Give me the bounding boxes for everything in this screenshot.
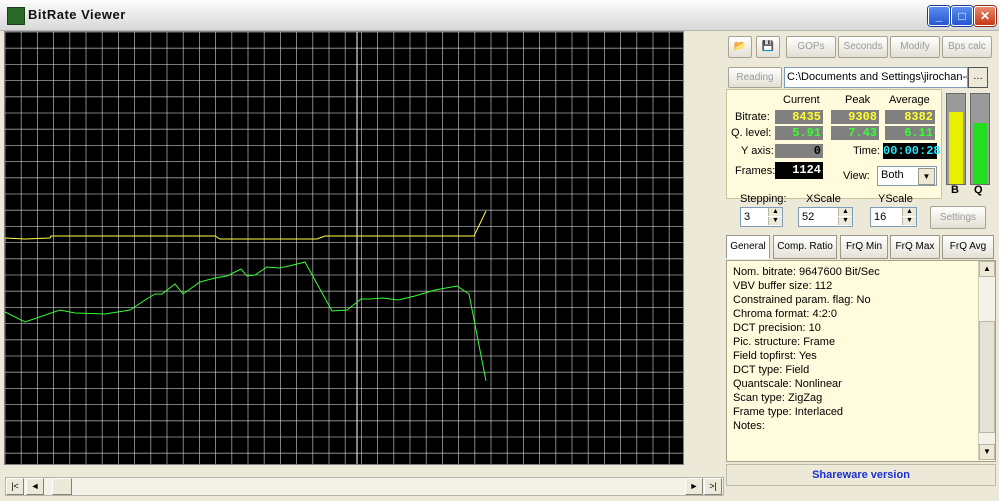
tab-general[interactable]: General: [726, 235, 770, 259]
bitrate-average-value: 8382: [885, 110, 935, 124]
spin-down-icon[interactable]: ▼: [902, 217, 916, 225]
xscale-spinner[interactable]: 52 ▲ ▼: [798, 207, 853, 227]
header-current: Current: [783, 94, 820, 106]
spin-down-icon[interactable]: ▼: [838, 217, 852, 225]
spin-up-icon[interactable]: ▲: [838, 208, 852, 216]
info-scroll-thumb[interactable]: [979, 321, 995, 433]
stepping-value: 3: [744, 211, 751, 223]
info-vertical-scrollbar[interactable]: ▲ ▼: [978, 261, 995, 460]
stepping-spinner[interactable]: 3 ▲ ▼: [740, 207, 783, 227]
info-line: Field topfirst: Yes: [733, 350, 817, 362]
header-peak: Peak: [845, 94, 871, 106]
yaxis-value: 0: [775, 144, 823, 158]
b-meter: [946, 93, 966, 185]
dropdown-arrow-icon[interactable]: ▼: [918, 168, 935, 185]
info-line: DCT precision: 10: [733, 322, 821, 334]
qlevel-average-value: 6.11: [885, 126, 935, 140]
info-line: Scan type: ZigZag: [733, 392, 823, 404]
qlevel-current-value: 5.91: [775, 126, 823, 140]
q-meter: [970, 93, 990, 185]
app-icon: [7, 7, 25, 25]
graph-canvas: [4, 31, 683, 464]
info-line: Constrained param. flag: No: [733, 294, 871, 306]
q-meter-fill: [973, 123, 987, 184]
q-meter-label: Q: [974, 184, 983, 196]
scroll-right-button[interactable]: ►: [685, 478, 703, 495]
stats-panel: Current Peak Average Bitrate: 8435 9308 …: [726, 89, 942, 199]
stepping-label: Stepping:: [740, 193, 787, 205]
yaxis-label: Y axis:: [741, 145, 774, 157]
bps-calc-button[interactable]: Bps calc: [942, 36, 992, 58]
control-panel: 📂 💾 GOPs Seconds Modify Bps calc Reading…: [724, 31, 996, 497]
close-button[interactable]: ✕: [974, 6, 996, 26]
header-average: Average: [889, 94, 930, 106]
yscale-spinner[interactable]: 16 ▲ ▼: [870, 207, 917, 227]
tab-frq-max[interactable]: FrQ Max: [890, 235, 940, 259]
modify-button[interactable]: Modify: [890, 36, 940, 58]
seconds-button[interactable]: Seconds: [838, 36, 888, 58]
browse-button[interactable]: …: [968, 67, 988, 88]
settings-button[interactable]: Settings: [930, 206, 986, 229]
bitrate-current-value: 8435: [775, 110, 823, 124]
bitrate-graph[interactable]: [4, 31, 684, 465]
tab-frq-avg[interactable]: FrQ Avg: [942, 235, 994, 259]
minimize-button[interactable]: _: [928, 6, 950, 26]
scroll-left-button[interactable]: ◄: [26, 478, 44, 495]
info-line: VBV buffer size: 112: [733, 280, 833, 292]
qlevel-label: Q. level:: [731, 127, 772, 139]
tab-frq-min[interactable]: FrQ Min: [840, 235, 888, 259]
bitrate-label: Bitrate:: [735, 111, 770, 123]
scroll-last-button[interactable]: >|: [704, 478, 722, 495]
yscale-label: YScale: [878, 193, 913, 205]
xscale-value: 52: [802, 211, 815, 223]
shareware-notice: Shareware version: [726, 464, 996, 486]
view-select[interactable]: Both ▼: [877, 166, 937, 186]
time-value: 00:00:28: [883, 143, 941, 159]
scroll-down-icon[interactable]: ▼: [979, 444, 995, 460]
frames-label: Frames:: [735, 165, 776, 177]
spin-up-icon[interactable]: ▲: [768, 208, 782, 216]
info-line: DCT type: Field: [733, 364, 810, 376]
window-title: BitRate Viewer: [28, 7, 126, 22]
info-line: Chroma format: 4:2:0: [733, 308, 837, 320]
info-line: Frame type: Interlaced: [733, 406, 844, 418]
qlevel-series-line: [4, 261, 487, 382]
reading-button[interactable]: Reading: [728, 67, 782, 88]
qlevel-peak-value: 7.43: [831, 126, 879, 140]
scroll-thumb[interactable]: [52, 478, 72, 495]
b-meter-fill: [949, 111, 963, 184]
tab-comp-ratio[interactable]: Comp. Ratio: [773, 235, 837, 259]
info-list: Nom. bitrate: 9647600 Bit/Sec VBV buffer …: [733, 265, 971, 433]
spin-down-icon[interactable]: ▼: [768, 217, 782, 225]
file-path-field[interactable]: C:\Documents and Settings\jirochan-g: [784, 67, 968, 88]
info-line: Notes:: [733, 420, 765, 432]
gops-button[interactable]: GOPs: [786, 36, 836, 58]
horizontal-scrollbar[interactable]: |< ◄ ► >|: [5, 477, 724, 496]
spin-up-icon[interactable]: ▲: [902, 208, 916, 216]
info-line: Quantscale: Nonlinear: [733, 378, 842, 390]
b-meter-label: B: [951, 184, 959, 196]
view-select-value: Both: [881, 169, 904, 181]
maximize-button[interactable]: □: [951, 6, 973, 26]
open-folder-icon: 📂: [733, 41, 747, 52]
info-line: Nom. bitrate: 9647600 Bit/Sec: [733, 266, 880, 278]
browse-icon: …: [973, 71, 983, 82]
bitrate-peak-value: 9308: [831, 110, 879, 124]
save-disk-icon: 💾: [761, 41, 775, 52]
info-line: Pic. structure: Frame: [733, 336, 836, 348]
info-panel[interactable]: Nom. bitrate: 9647600 Bit/Sec VBV buffer …: [726, 260, 996, 462]
view-label: View:: [843, 170, 870, 182]
title-bar[interactable]: BitRate Viewer _ □ ✕: [0, 0, 999, 31]
time-label: Time:: [853, 145, 881, 157]
scroll-first-button[interactable]: |<: [6, 478, 24, 495]
open-folder-button[interactable]: 📂: [728, 36, 752, 58]
xscale-label: XScale: [806, 193, 841, 205]
save-button[interactable]: 💾: [756, 36, 780, 58]
frames-value: 1124: [775, 162, 823, 179]
yscale-value: 16: [874, 211, 887, 223]
scroll-up-icon[interactable]: ▲: [979, 261, 995, 277]
